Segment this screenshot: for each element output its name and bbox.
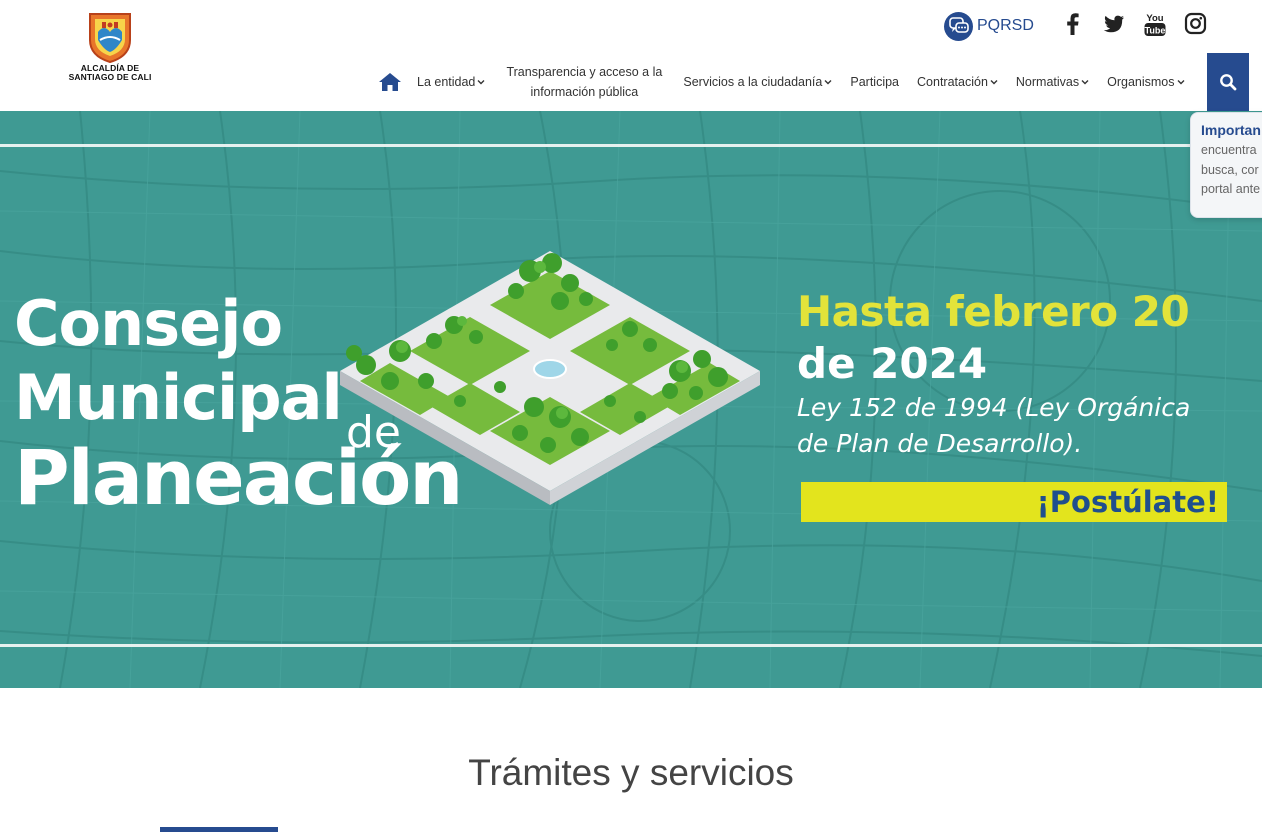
banner-deadline-line2: de 2024 (797, 339, 988, 388)
youtube-icon-text-top: You (1146, 13, 1163, 24)
twitter-icon[interactable] (1102, 12, 1126, 36)
notice-line: busca, cor (1201, 162, 1259, 177)
nav-label: Servicios a la ciudadanía (683, 75, 823, 89)
nav-label: Participa (850, 75, 900, 89)
banner-law-line2: de Plan de Desarrollo). (797, 429, 1083, 458)
pqrsd-link[interactable]: PQRSD (944, 11, 1034, 41)
instagram-icon[interactable] (1184, 12, 1208, 36)
search-icon (1220, 74, 1237, 91)
hero-banner[interactable]: Consejo Municipal de Planeación Hasta fe… (0, 111, 1262, 688)
nav-home-link[interactable] (372, 60, 408, 104)
notice-title: Importan (1201, 122, 1261, 138)
pqrsd-chat-icon (944, 11, 973, 41)
important-notice-popup[interactable]: Importan encuentra busca, cor portal ant… (1190, 112, 1262, 218)
banner-deadline-line1: Hasta febrero 20 (797, 287, 1190, 336)
logo-text-line2: SANTIAGO DE CALI (68, 72, 152, 82)
notice-body: encuentra busca, cor portal ante (1201, 141, 1262, 200)
nav-label: La entidad (417, 75, 476, 89)
facebook-icon[interactable] (1062, 12, 1086, 36)
nav-item-participa[interactable]: Participa (841, 75, 908, 89)
nav-item-organismos[interactable]: Organismos (1098, 75, 1193, 89)
nav-label: Organismos (1107, 75, 1175, 89)
banner-title-line1: Consejo (14, 287, 283, 360)
nav-item-la-entidad[interactable]: La entidad (408, 75, 494, 89)
nav-item-servicios-ciudadania[interactable]: Servicios a la ciudadanía (674, 75, 841, 89)
chevron-down-icon (990, 80, 998, 85)
search-button[interactable] (1207, 53, 1249, 111)
site-logo[interactable]: ALCALDÍA DE SANTIAGO DE CALI (60, 10, 160, 90)
pqrsd-label: PQRSD (977, 17, 1034, 34)
notice-line: encuentra (1201, 143, 1257, 157)
bottom-divider-line (0, 644, 1262, 647)
nav-label: Normativas (1015, 75, 1080, 89)
youtube-icon[interactable]: You Tube (1143, 12, 1167, 36)
chevron-down-icon (1177, 80, 1184, 85)
postulate-button[interactable]: ¡Postúlate! (801, 482, 1227, 522)
banner-law-line1: Ley 152 de 1994 (Ley Orgánica (797, 393, 1191, 422)
chevron-down-icon (824, 80, 832, 85)
nav-item-contratacion[interactable]: Contratación (908, 75, 1007, 89)
coat-of-arms-icon (89, 13, 131, 64)
banner-title-line3: Planeación (14, 433, 463, 522)
nav-item-transparencia[interactable]: Transparencia y acceso a la información … (494, 62, 674, 102)
top-divider-line (0, 144, 1262, 147)
home-icon (379, 73, 401, 91)
site-header: ALCALDÍA DE SANTIAGO DE CALI PQRSD You T… (0, 0, 1262, 111)
nav-label: Transparencia y acceso a la información … (506, 65, 663, 99)
main-navigation: La entidad Transparencia y acceso a la i… (372, 60, 1194, 104)
notice-line: portal ante (1201, 182, 1261, 196)
youtube-icon-text-bottom: Tube (1145, 26, 1166, 36)
banner-title-line2: Municipal (14, 361, 343, 434)
tramites-section-title: Trámites y servicios (468, 752, 794, 793)
tramites-tab-indicator[interactable] (160, 827, 278, 832)
nav-label: Contratación (917, 75, 988, 89)
chevron-down-icon (1081, 80, 1089, 85)
nav-item-normativas[interactable]: Normativas (1007, 75, 1098, 89)
chevron-down-icon (477, 80, 485, 85)
